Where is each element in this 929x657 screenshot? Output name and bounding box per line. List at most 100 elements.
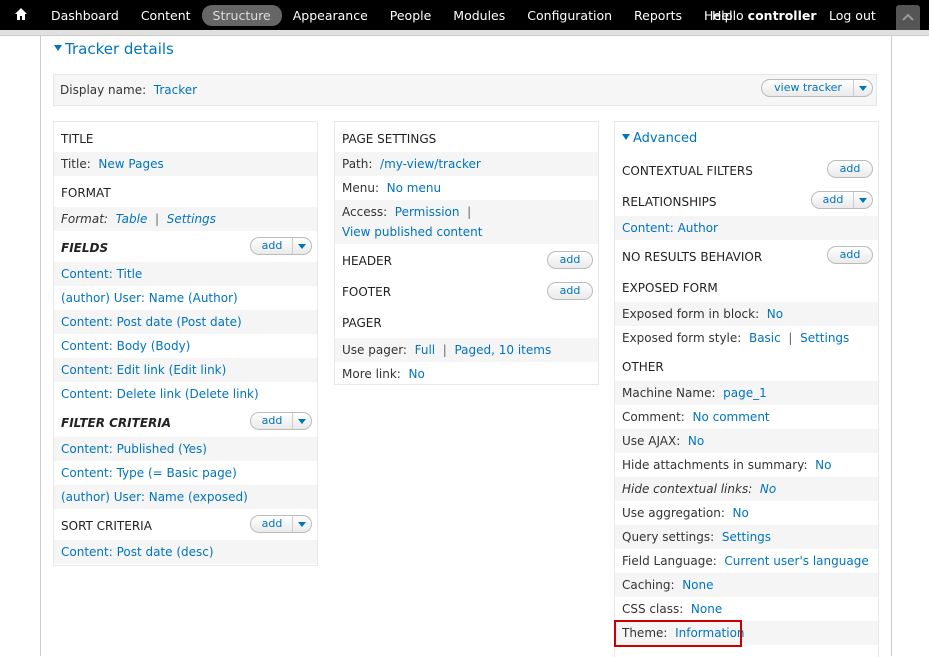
- other-value[interactable]: No: [815, 458, 831, 472]
- filter-item[interactable]: (author) User: Name (exposed): [54, 485, 317, 509]
- menu-appearance[interactable]: Appearance: [282, 5, 379, 26]
- filter-add-dropdown[interactable]: [292, 413, 311, 429]
- fields-add-button[interactable]: add: [250, 237, 312, 255]
- other-label: Caching:: [622, 578, 675, 592]
- access-label: Access:: [342, 205, 388, 219]
- sort-item[interactable]: Content: Post date (desc): [54, 540, 317, 564]
- more-link-row: More link: No: [335, 362, 598, 386]
- section-page-settings-header: PAGE SETTINGS: [342, 132, 437, 146]
- menu-configuration[interactable]: Configuration: [516, 5, 623, 26]
- filter-add-button[interactable]: add: [250, 412, 312, 430]
- exposed-style-settings-link[interactable]: Settings: [800, 331, 849, 345]
- other-row: Machine Name: page_1: [615, 381, 878, 405]
- field-item[interactable]: Content: Title: [54, 262, 317, 286]
- exposed-style-value[interactable]: Basic: [749, 331, 781, 345]
- separator: |: [151, 212, 163, 226]
- relationships-add-button[interactable]: add: [811, 191, 873, 209]
- other-value[interactable]: Settings: [722, 530, 771, 544]
- other-value[interactable]: No: [688, 434, 704, 448]
- menu-modules[interactable]: Modules: [442, 5, 516, 26]
- access-value-2[interactable]: View published content: [342, 225, 482, 239]
- advanced-toggle[interactable]: Advanced: [615, 126, 878, 152]
- format-value-link[interactable]: Table: [116, 212, 148, 226]
- relationships-add-label[interactable]: add: [812, 192, 854, 208]
- header-add-label[interactable]: add: [548, 252, 592, 268]
- view-tracker-button[interactable]: view tracker: [761, 79, 873, 97]
- exposed-block-value[interactable]: No: [767, 307, 783, 321]
- section-title-header: TITLE: [61, 132, 94, 146]
- filter-item[interactable]: Content: Type (= Basic page): [54, 461, 317, 485]
- exposed-block-label: Exposed form in block:: [622, 307, 760, 321]
- field-item[interactable]: Content: Edit link (Edit link): [54, 358, 317, 382]
- other-value[interactable]: No: [760, 482, 776, 496]
- view-tracker-label[interactable]: view tracker: [762, 80, 854, 96]
- field-item[interactable]: Content: Body (Body): [54, 334, 317, 358]
- field-item[interactable]: (author) User: Name (Author): [54, 286, 317, 310]
- sort-add-dropdown[interactable]: [292, 516, 311, 532]
- section-exposed-header: EXPOSED FORM: [622, 281, 718, 295]
- menu-people[interactable]: People: [379, 5, 443, 26]
- footer-add-button[interactable]: add: [547, 282, 593, 300]
- use-pager-row: Use pager: Full | Paged, 10 items: [335, 338, 598, 362]
- relationship-item[interactable]: Content: Author: [615, 216, 878, 240]
- other-label: Hide contextual links:: [622, 482, 753, 496]
- other-value[interactable]: No comment: [692, 410, 769, 424]
- other-value[interactable]: No: [733, 506, 749, 520]
- filter-item[interactable]: Content: Published (Yes): [54, 437, 317, 461]
- menu-structure[interactable]: Structure: [201, 4, 282, 26]
- user-name[interactable]: controller: [748, 8, 817, 23]
- other-row: Query settings: Settings: [615, 525, 878, 549]
- fields-add-label[interactable]: add: [251, 238, 293, 254]
- contextual-add-button[interactable]: add: [827, 160, 873, 178]
- path-value[interactable]: /my-view/tracker: [380, 157, 481, 171]
- other-value[interactable]: None: [691, 602, 722, 616]
- separator: |: [463, 205, 472, 219]
- title-value[interactable]: New Pages: [98, 157, 163, 171]
- filter-add-label[interactable]: add: [251, 413, 293, 429]
- other-value[interactable]: page_1: [723, 386, 767, 400]
- other-row: Use aggregation: No: [615, 501, 878, 525]
- menu-reports[interactable]: Reports: [623, 5, 693, 26]
- other-value[interactable]: None: [682, 578, 713, 592]
- field-item[interactable]: Content: Delete link (Delete link): [54, 382, 317, 406]
- access-row: Access: Permission | View published cont…: [335, 200, 598, 244]
- header-add-button[interactable]: add: [547, 251, 593, 269]
- footer-add-label[interactable]: add: [548, 283, 592, 299]
- other-row: Caching: None: [615, 573, 878, 597]
- other-label: Query settings:: [622, 530, 715, 544]
- format-label: Format:: [61, 212, 108, 226]
- other-value[interactable]: Current user's language: [724, 554, 868, 568]
- triangle-down-icon: [622, 133, 630, 140]
- menu-row: Menu: No menu: [335, 176, 598, 200]
- column-right: Advanced CONTEXTUAL FILTERS add RELATION…: [614, 121, 879, 657]
- menu-dashboard[interactable]: Dashboard: [40, 5, 130, 26]
- menu-content[interactable]: Content: [130, 5, 202, 26]
- format-settings-link[interactable]: Settings: [167, 212, 216, 226]
- tracker-details-toggle[interactable]: Tracker details: [54, 40, 174, 58]
- sort-add-label[interactable]: add: [251, 516, 293, 532]
- tracker-details-title: Tracker details: [65, 40, 174, 58]
- view-tracker-dropdown[interactable]: [853, 80, 872, 96]
- field-item[interactable]: Content: Post date (Post date): [54, 310, 317, 334]
- use-pager-value-2[interactable]: Paged, 10 items: [454, 343, 551, 357]
- contextual-add-label[interactable]: add: [828, 161, 872, 177]
- relationships-add-dropdown[interactable]: [853, 192, 872, 208]
- toolbar-toggle-button[interactable]: [896, 5, 920, 31]
- title-row[interactable]: Title: New Pages: [54, 152, 317, 176]
- home-icon[interactable]: [13, 6, 29, 22]
- use-pager-value[interactable]: Full: [415, 343, 436, 357]
- display-name-bar: Display name: Tracker view tracker: [53, 74, 877, 106]
- logout-link[interactable]: Log out: [829, 8, 876, 23]
- exposed-block-row: Exposed form in block: No: [615, 302, 878, 326]
- sort-add-button[interactable]: add: [250, 515, 312, 533]
- fields-add-dropdown[interactable]: [292, 238, 311, 254]
- use-pager-label: Use pager:: [342, 343, 407, 357]
- more-link-value[interactable]: No: [408, 367, 424, 381]
- no-results-add-label[interactable]: add: [828, 247, 872, 263]
- no-results-add-button[interactable]: add: [827, 246, 873, 264]
- section-pager-header: PAGER: [342, 316, 382, 330]
- display-name-value[interactable]: Tracker: [154, 83, 197, 97]
- section-other-header: OTHER: [622, 360, 664, 374]
- access-value[interactable]: Permission: [395, 205, 460, 219]
- menu-value[interactable]: No menu: [387, 181, 441, 195]
